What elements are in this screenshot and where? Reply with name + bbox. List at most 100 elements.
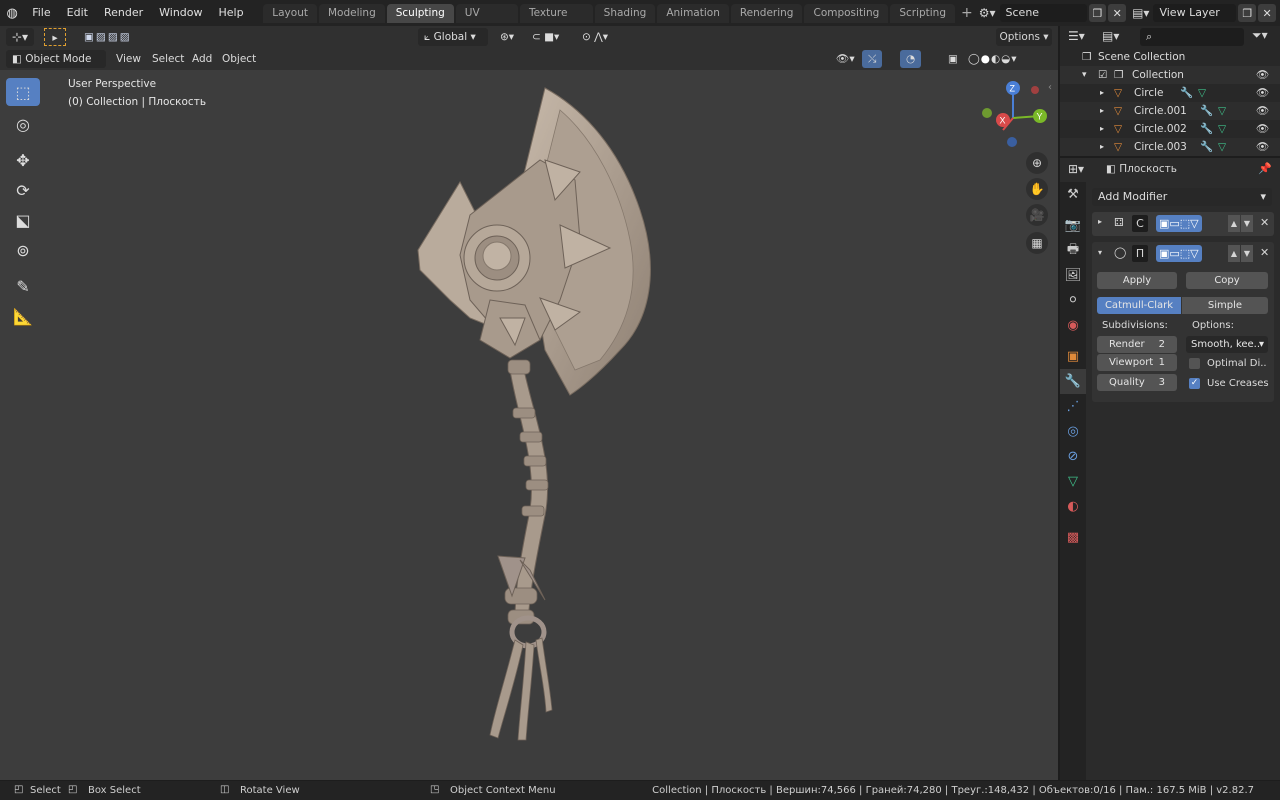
quality-field[interactable]: Quality 3 [1097, 374, 1177, 391]
transform-tool-icon[interactable]: ⊚ [6, 236, 40, 264]
modifier-toggle-icons[interactable]: ▣▭⬚▽ [1156, 215, 1202, 232]
apply-button[interactable]: Apply [1097, 272, 1177, 289]
render-tab-icon[interactable]: 📷 [1060, 213, 1086, 238]
camera-view-icon[interactable]: 🎥 [1026, 204, 1048, 226]
mode-dropdown[interactable]: ◧ Object Mode ▾ [6, 50, 106, 83]
select-tool-icon[interactable]: ▸ [44, 28, 66, 46]
data-tab-icon[interactable]: ▽ [1060, 469, 1086, 494]
outliner-editor-icon[interactable]: ☰▾ [1068, 29, 1085, 43]
world-tab-icon[interactable]: ◉ [1060, 313, 1086, 338]
tab-layout[interactable]: Layout [263, 3, 317, 23]
ortho-toggle-icon[interactable]: ▦ [1026, 232, 1048, 254]
menu-help[interactable]: Help [211, 0, 252, 26]
snap-icon[interactable]: ⊂ ■▾ [526, 28, 565, 46]
zoom-icon[interactable]: ⊕ [1026, 152, 1048, 174]
simple-button[interactable]: Simple [1182, 297, 1268, 314]
pan-hand-icon[interactable]: ✋ [1026, 178, 1048, 200]
shading-modes-icons[interactable]: ◯●◐◒▾ [962, 50, 1024, 68]
checkbox-icon[interactable]: ☑ [1098, 66, 1107, 84]
object-tab-icon[interactable]: ▣ [1060, 344, 1086, 369]
outliner-search-input[interactable]: ⌕ [1140, 28, 1244, 46]
move-tool-icon[interactable]: ✥ [6, 146, 40, 174]
3d-viewport[interactable]: User Perspective (0) Collection | Плоско… [0, 70, 1058, 780]
render-levels-field[interactable]: Render 2 [1097, 336, 1177, 353]
tab-modeling[interactable]: Modeling [318, 3, 385, 23]
visibility-icon[interactable]: 👁▾ [830, 50, 861, 68]
menu-window[interactable]: Window [151, 0, 210, 26]
cursor-tool-icon[interactable]: ◎ [6, 110, 40, 138]
move-up-icon[interactable]: ▲ [1228, 215, 1240, 232]
eye-icon[interactable]: 👁 [1256, 102, 1269, 120]
menu-view[interactable]: View [110, 50, 147, 68]
material-tab-icon[interactable]: ◐ [1060, 494, 1086, 519]
optimal-display-checkbox[interactable] [1189, 358, 1200, 369]
copy-button[interactable]: Copy [1186, 272, 1268, 289]
eye-icon[interactable]: 👁 [1256, 66, 1269, 84]
selection-mode-icons[interactable]: ▣▨▨▨ [78, 28, 138, 46]
tab-rendering[interactable]: Rendering [730, 3, 803, 23]
xray-toggle-icon[interactable]: ▣ [942, 50, 964, 68]
tab-texture-paint[interactable]: Texture Paint [519, 3, 593, 38]
close-icon[interactable]: ✕ [1260, 246, 1269, 259]
eye-icon[interactable]: 👁 [1256, 120, 1269, 138]
overlay-toggle-icon[interactable]: ◔ [900, 50, 922, 68]
menu-add[interactable]: Add [186, 50, 218, 68]
tab-compositing[interactable]: Compositing [804, 3, 889, 23]
move-up-icon[interactable]: ▲ [1228, 245, 1240, 262]
eye-icon[interactable]: 👁 [1256, 138, 1269, 156]
view-layer-field[interactable]: View Layer [1153, 4, 1237, 22]
tool-tab-icon[interactable]: ⚒ [1060, 182, 1086, 207]
tab-shading[interactable]: Shading [594, 3, 656, 23]
view-layer-icon[interactable]: ▤▾ [1132, 6, 1149, 20]
menu-select[interactable]: Select [146, 50, 190, 68]
catmull-clark-button[interactable]: Catmull-Clark [1097, 297, 1181, 314]
measure-tool-icon[interactable]: 📐 [6, 302, 40, 330]
delete-view-layer-icon[interactable]: ✕ [1258, 4, 1276, 22]
outliner-row-circle-002[interactable]: ▸ ▽ Circle.002 🔧 ▽ 👁 [1060, 120, 1280, 138]
menu-file[interactable]: File [24, 0, 58, 26]
tab-scripting[interactable]: Scripting [890, 3, 956, 23]
rotate-tool-icon[interactable]: ⟳ [6, 176, 40, 204]
modifier-toggle-icons[interactable]: ▣▭⬚▽ [1156, 245, 1202, 262]
options-button[interactable]: Options ▾ [996, 28, 1052, 46]
select-box-tool-icon[interactable]: ⬚ [6, 78, 40, 106]
delete-scene-icon[interactable]: ✕ [1108, 4, 1127, 22]
navigation-gizmo[interactable]: Z Y X [975, 78, 1050, 153]
axe-mesh[interactable] [380, 70, 700, 770]
blender-logo-icon[interactable]: ◍ [0, 6, 24, 21]
new-scene-icon[interactable]: ❐ [1088, 4, 1107, 22]
pivot-point-icon[interactable]: ⊛▾ [494, 28, 520, 46]
modifier-tab-icon[interactable]: 🔧 [1060, 369, 1086, 394]
scene-field[interactable]: Scene [999, 4, 1087, 22]
use-creases-checkbox[interactable]: ✓ [1189, 378, 1200, 389]
physics-tab-icon[interactable]: ◎ [1060, 419, 1086, 444]
add-modifier-dropdown[interactable]: Add Modifier ▾ [1092, 188, 1272, 206]
view-layer-tab-icon[interactable]: 🖼 [1060, 263, 1086, 288]
outliner-row-scene-collection[interactable]: ❒ Scene Collection [1060, 48, 1280, 66]
properties-editor-icon[interactable]: ⊞▾ [1068, 162, 1084, 176]
constraints-tab-icon[interactable]: ⊘ [1060, 444, 1086, 469]
menu-object[interactable]: Object [216, 50, 262, 68]
menu-render[interactable]: Render [96, 0, 151, 26]
add-workspace-button[interactable]: + [955, 5, 979, 21]
modifier2-name-field[interactable]: П [1132, 245, 1148, 262]
texture-tab-icon[interactable]: ▩ [1060, 525, 1086, 550]
modifier1-name-field[interactable]: C [1132, 215, 1148, 232]
outliner-row-circle-001[interactable]: ▸ ▽ Circle.001 🔧 ▽ 👁 [1060, 102, 1280, 120]
viewport-levels-field[interactable]: Viewport 1 [1097, 354, 1177, 371]
eye-icon[interactable]: 👁 [1256, 84, 1269, 102]
new-view-layer-icon[interactable]: ❐ [1238, 4, 1257, 22]
tab-sculpting[interactable]: Sculpting [386, 3, 454, 23]
outliner-row-collection[interactable]: ▾ ☑ ❒ Collection 👁 [1060, 66, 1280, 84]
editor-type-icon[interactable]: ⊹▾ [6, 28, 35, 46]
filter-icon[interactable]: ⏷▾ [1252, 28, 1268, 43]
tab-animation[interactable]: Animation [657, 3, 729, 23]
scene-tab-icon[interactable]: ⚪ [1060, 288, 1086, 313]
outliner-display-icon[interactable]: ▤▾ [1102, 29, 1119, 43]
move-down-icon[interactable]: ▼ [1241, 215, 1253, 232]
expand-arrow-icon[interactable]: ▸ [1098, 217, 1102, 226]
outliner-row-circle[interactable]: ▸ ▽ Circle 🔧 ▽ 👁 [1060, 84, 1280, 102]
gizmo-toggle-icon[interactable]: ⤯ [862, 50, 883, 68]
output-tab-icon[interactable]: 🖶 [1060, 238, 1086, 263]
collapse-arrow-icon[interactable]: ▾ [1098, 248, 1102, 257]
